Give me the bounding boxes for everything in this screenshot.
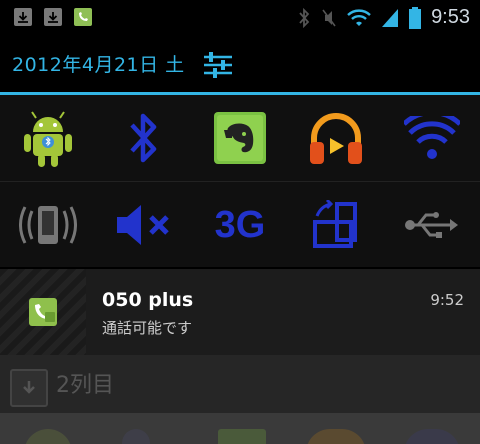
date-label: 2012年4月21日 土 — [12, 54, 185, 76]
3g-label: 3G — [214, 203, 266, 246]
status-right-icons: 9:53 — [297, 6, 470, 29]
rotate-icon — [313, 200, 357, 248]
download-icon — [44, 8, 62, 26]
status-bar: 9:53 — [0, 0, 480, 34]
ip-phone-app-icon — [74, 8, 92, 26]
rotate-toggle[interactable] — [288, 182, 384, 268]
status-clock: 9:53 — [431, 6, 470, 28]
notification-text: 通話可能です — [102, 319, 193, 337]
background-label: 2列目 — [56, 373, 114, 398]
notification-item[interactable]: 050 plus 通話可能です 9:52 — [0, 268, 480, 355]
mute-toggle[interactable] — [96, 182, 192, 268]
notification-header: 2012年4月21日 土 — [0, 34, 480, 92]
evernote-icon — [218, 429, 266, 444]
wifi-toggle[interactable] — [384, 95, 480, 181]
usb-icon — [405, 212, 458, 238]
settings-sliders-icon[interactable] — [204, 52, 232, 82]
music-toggle[interactable] — [288, 95, 384, 181]
bluetooth-icon — [122, 429, 150, 444]
notification-time: 9:52 — [430, 291, 464, 309]
android-toggle[interactable] — [0, 95, 96, 181]
vibrate-icon — [19, 206, 77, 244]
background-panel: 2列目 — [0, 355, 480, 444]
headphones-icon — [306, 429, 366, 444]
background-header: 2列目 — [0, 355, 480, 413]
download-icon — [14, 8, 32, 26]
signal-icon — [382, 8, 399, 27]
mute-icon — [322, 9, 336, 26]
notification-title: 050 plus — [102, 289, 194, 311]
mute-icon — [117, 205, 169, 245]
bluetooth-toggle[interactable] — [96, 95, 192, 181]
usb-toggle[interactable] — [384, 182, 480, 268]
toggle-row-1 — [0, 95, 480, 181]
status-left-icons — [14, 8, 92, 26]
evernote-toggle[interactable] — [192, 95, 288, 181]
toggle-row-2: 3G — [0, 181, 480, 268]
wifi-icon — [347, 8, 371, 26]
wifi-icon — [404, 429, 460, 444]
3g-toggle[interactable]: 3G — [192, 182, 288, 268]
toggle-grid: 3G — [0, 95, 480, 267]
download-icon — [10, 369, 48, 407]
battery-icon — [409, 6, 422, 29]
bluetooth-icon — [299, 7, 310, 28]
vibrate-toggle[interactable] — [0, 182, 96, 268]
android-icon — [24, 111, 72, 167]
wifi-icon — [404, 116, 460, 159]
evernote-icon — [214, 112, 266, 164]
android-icon — [24, 429, 72, 444]
ip-phone-app-icon — [29, 298, 57, 326]
bluetooth-icon — [130, 113, 157, 163]
headphones-icon — [310, 113, 362, 164]
notification-icon-area — [0, 269, 86, 355]
background-icons — [0, 413, 480, 444]
